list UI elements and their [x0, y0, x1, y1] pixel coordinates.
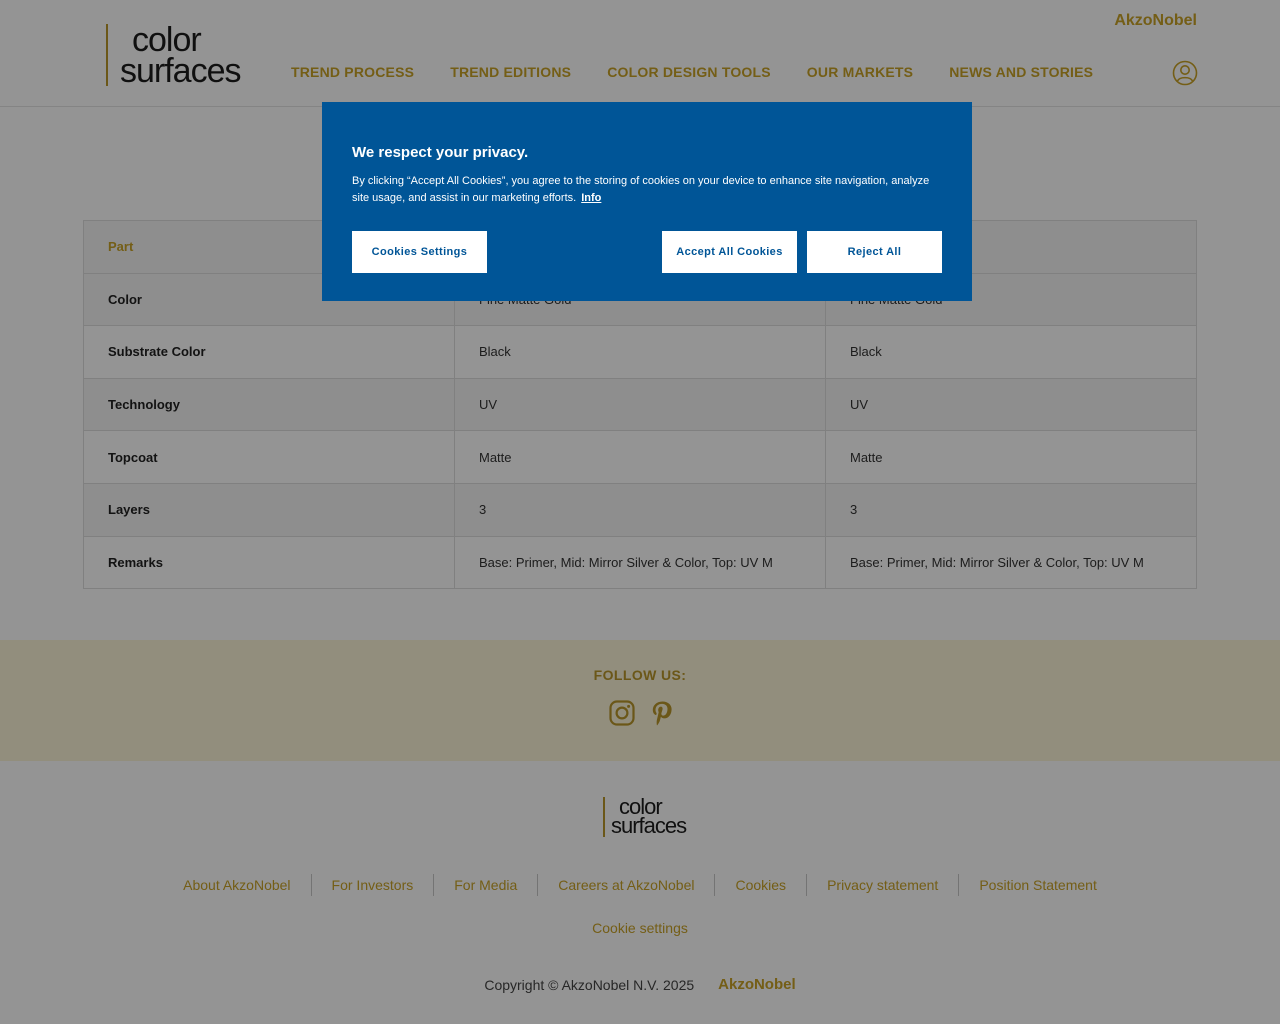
cookie-info-link[interactable]: Info	[581, 192, 601, 204]
cookie-banner-text: By clicking “Accept All Cookies”, you ag…	[352, 173, 942, 207]
accept-all-cookies-button[interactable]: Accept All Cookies	[662, 231, 797, 273]
cookie-banner: We respect your privacy. By clicking “Ac…	[322, 102, 972, 301]
cookie-banner-description: By clicking “Accept All Cookies”, you ag…	[352, 175, 930, 204]
cookie-banner-title: We respect your privacy.	[352, 144, 529, 161]
cookies-settings-button[interactable]: Cookies Settings	[352, 231, 487, 273]
reject-all-button[interactable]: Reject All	[807, 231, 942, 273]
